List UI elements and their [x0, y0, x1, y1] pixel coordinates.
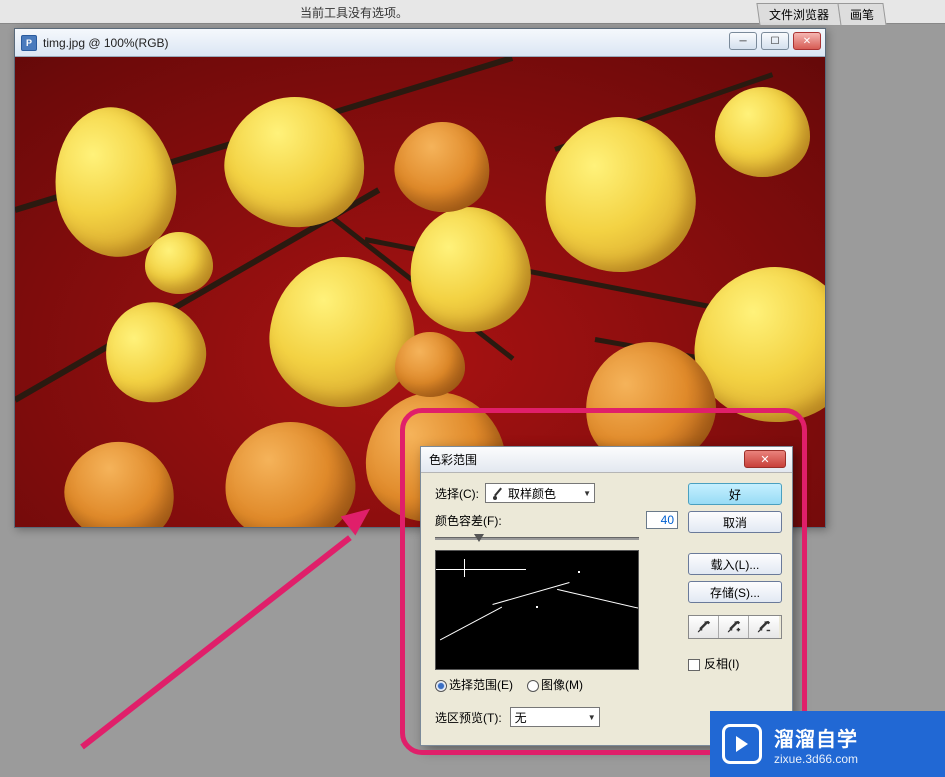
eyedropper-icon: [490, 486, 504, 500]
watermark-domain: zixue.3d66.com: [774, 752, 858, 766]
preview-mode-dropdown[interactable]: 无: [510, 707, 600, 727]
dialog-titlebar[interactable]: 色彩范围 ✕: [421, 447, 792, 473]
minimize-button[interactable]: ─: [729, 32, 757, 50]
fuzziness-input[interactable]: [646, 511, 678, 529]
panel-tabs: 文件浏览器 画笔: [759, 3, 885, 26]
document-titlebar[interactable]: P timg.jpg @ 100%(RGB) ─ ☐ ✕: [15, 29, 825, 57]
dialog-title: 色彩范围: [429, 451, 477, 468]
eyedropper-subtract-icon[interactable]: [749, 616, 779, 638]
watermark: 溜溜自学 zixue.3d66.com: [710, 711, 945, 777]
ok-button[interactable]: 好: [688, 483, 782, 505]
dialog-close-button[interactable]: ✕: [744, 450, 786, 468]
selection-preview[interactable]: [435, 550, 639, 670]
tab-brushes[interactable]: 画笔: [837, 3, 886, 26]
fuzziness-label: 颜色容差(F):: [435, 512, 646, 529]
save-button[interactable]: 存储(S)...: [688, 581, 782, 603]
tab-file-browser[interactable]: 文件浏览器: [756, 3, 841, 26]
cancel-button[interactable]: 取消: [688, 511, 782, 533]
fuzziness-slider[interactable]: [435, 537, 639, 540]
watermark-logo-icon: [722, 724, 762, 764]
load-button[interactable]: 载入(L)...: [688, 553, 782, 575]
select-dropdown[interactable]: 取样颜色: [485, 483, 595, 503]
radio-selection[interactable]: 选择范围(E): [435, 676, 513, 693]
annotation-arrow: [82, 490, 392, 750]
watermark-brand: 溜溜自学: [774, 723, 858, 752]
color-range-dialog: 色彩范围 ✕ 选择(C): 取样颜色 颜色容差(F):: [420, 446, 793, 746]
eyedropper-icon[interactable]: [689, 616, 719, 638]
invert-checkbox[interactable]: 反相(I): [688, 655, 782, 672]
app-icon: P: [21, 35, 37, 51]
close-button[interactable]: ✕: [793, 32, 821, 50]
eyedropper-tool-group: [688, 615, 782, 639]
slider-thumb[interactable]: [474, 534, 484, 542]
document-title: timg.jpg @ 100%(RGB): [43, 36, 169, 50]
eyedropper-add-icon[interactable]: [719, 616, 749, 638]
options-text: 当前工具没有选项。: [300, 4, 408, 21]
radio-image[interactable]: 图像(M): [527, 676, 583, 693]
preview-mode-label: 选区预览(T):: [435, 709, 502, 726]
select-label: 选择(C):: [435, 485, 479, 502]
maximize-button[interactable]: ☐: [761, 32, 789, 50]
